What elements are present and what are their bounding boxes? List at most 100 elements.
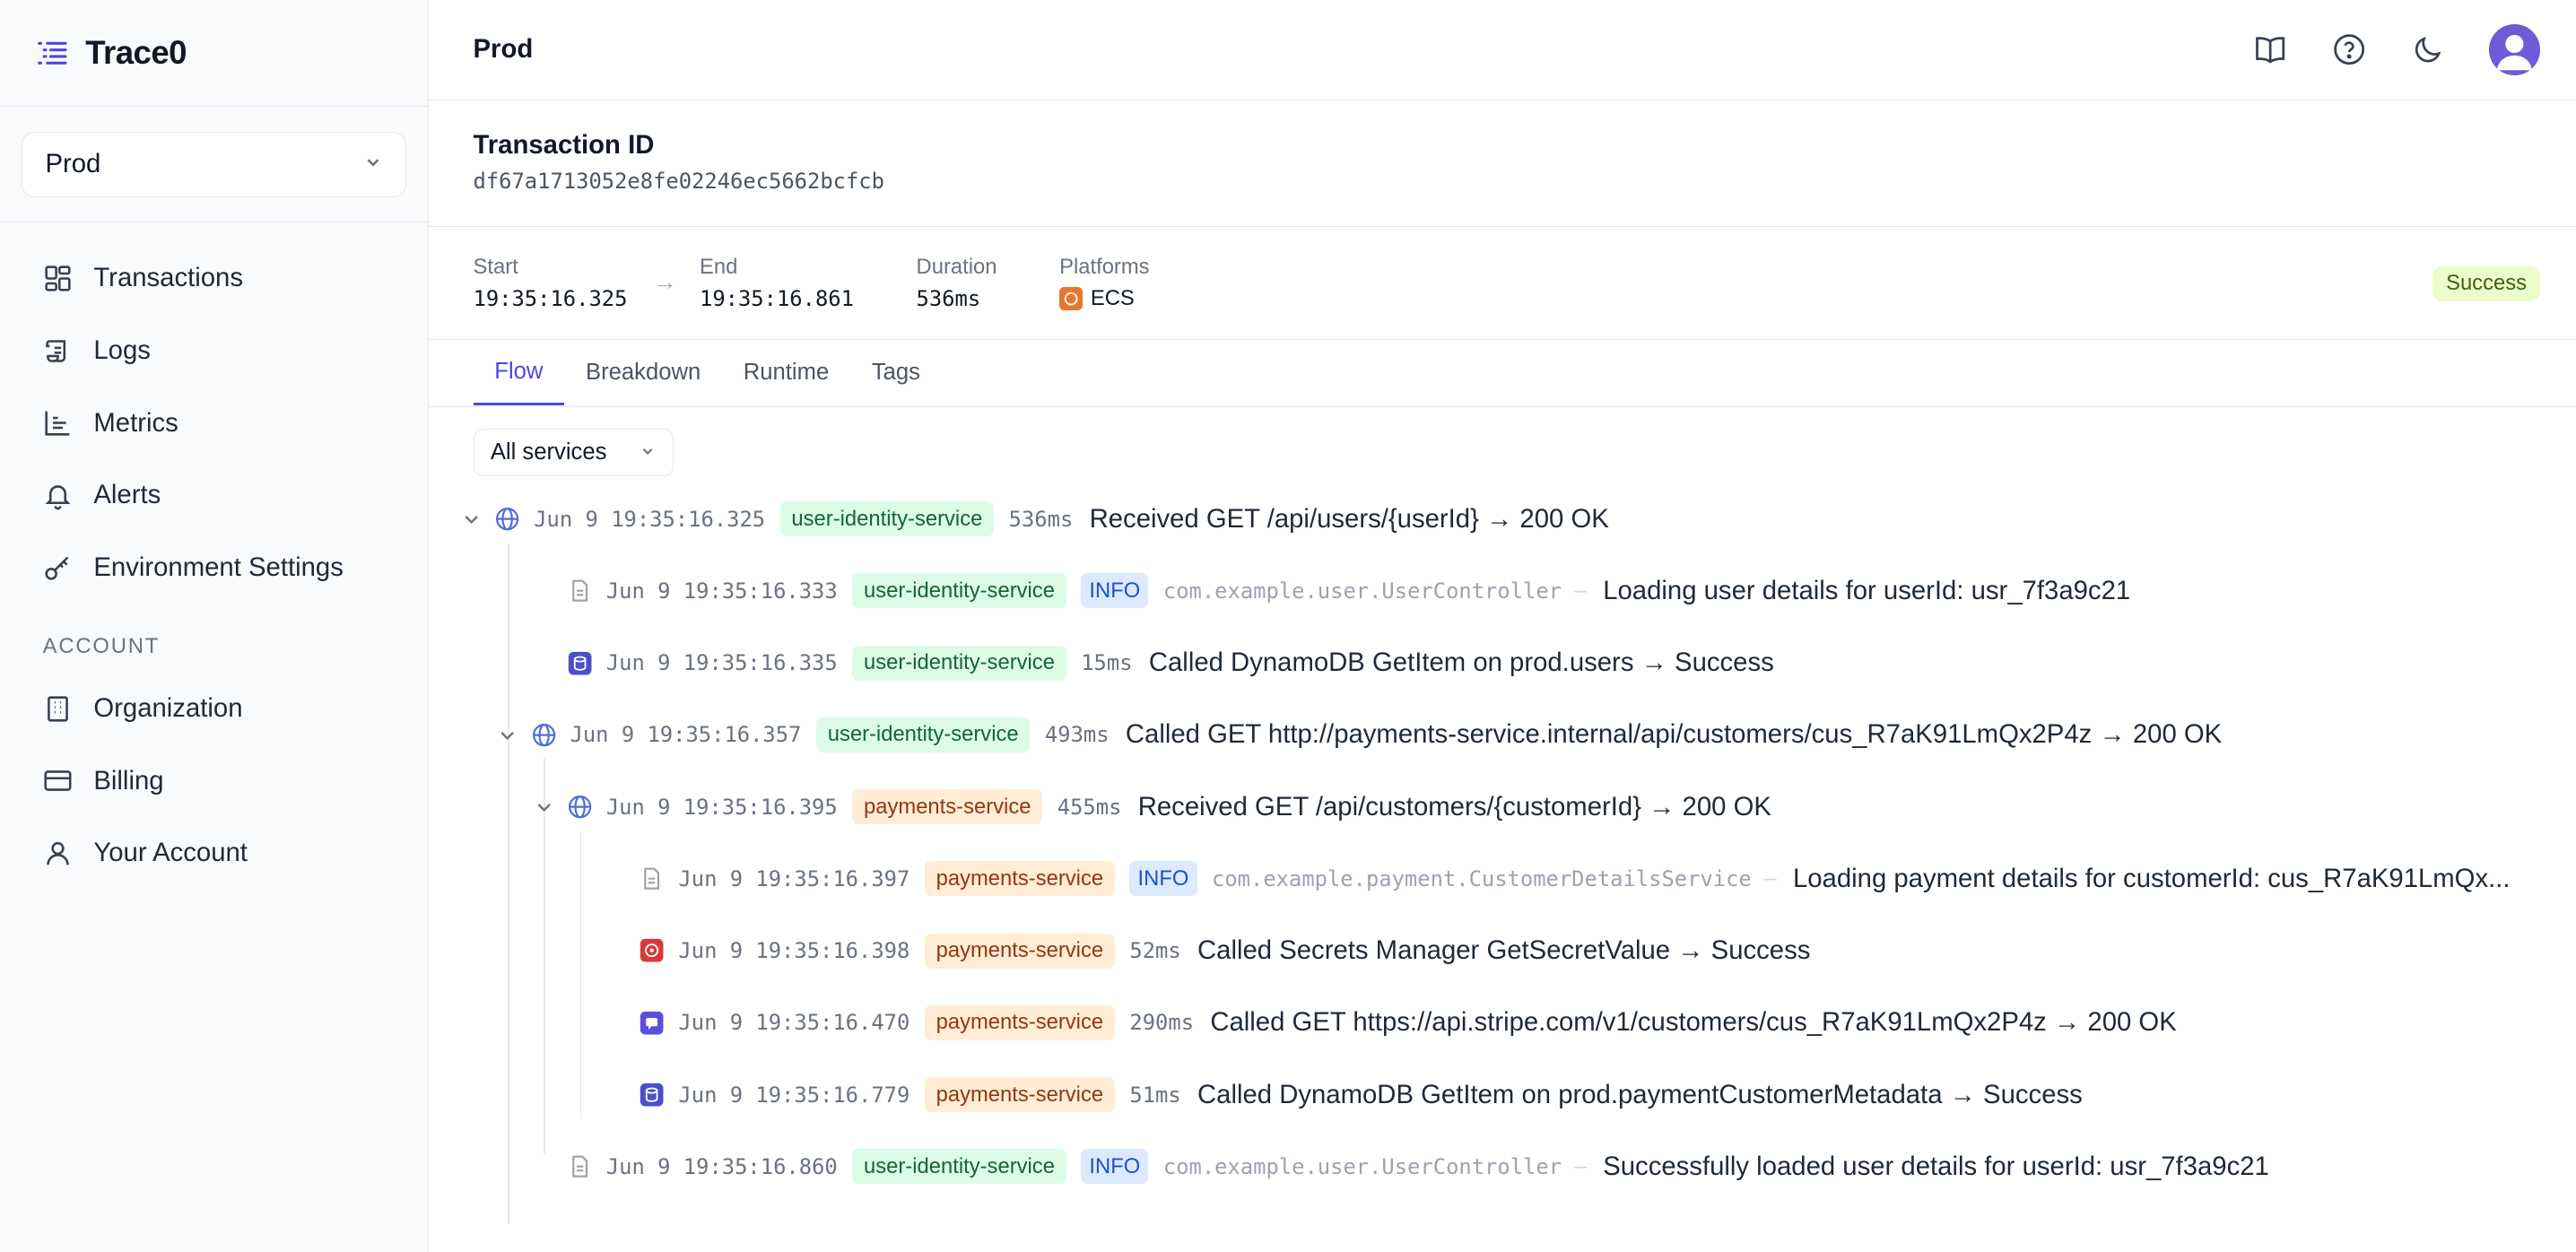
book-open-icon[interactable] — [2252, 31, 2288, 67]
sidebar-item-logs[interactable]: Logs — [0, 315, 428, 387]
tab-tags[interactable]: Tags — [850, 340, 942, 405]
secrets-manager-icon — [639, 937, 665, 963]
moon-icon[interactable] — [2410, 31, 2446, 67]
sidebar-item-billing[interactable]: Billing — [0, 745, 428, 818]
service-badge[interactable]: payments-service — [924, 1004, 1115, 1040]
document-icon — [639, 865, 665, 891]
row-message: Called DynamoDB GetItem on prod.users → … — [1148, 648, 1774, 678]
logger-name: com.example.payment.CustomerDetailsServi… — [1212, 865, 1752, 891]
log-level-badge: INFO — [1081, 1149, 1149, 1185]
duration-value: 536ms — [916, 286, 981, 312]
chevron-down-icon[interactable] — [494, 722, 520, 748]
sidebar-item-label: Environment Settings — [93, 552, 344, 582]
row-message: Loading user details for userId: usr_7f3… — [1603, 575, 2131, 605]
chevron-down-icon — [363, 149, 383, 179]
flow-row[interactable]: Jun 9 19:35:16.470 payments-service 290ms C… — [639, 998, 2531, 1048]
tab-breakdown[interactable]: Breakdown — [564, 340, 722, 405]
flow-row[interactable]: Jun 9 19:35:16.325 user-identity-service 5… — [458, 494, 2531, 543]
row-timestamp: Jun 9 19:35:16.395 — [605, 794, 838, 820]
chevron-down-icon — [640, 439, 656, 465]
transaction-id-label: Transaction ID — [473, 129, 655, 160]
help-circle-icon[interactable] — [2331, 31, 2367, 67]
page-title: Prod — [473, 34, 534, 65]
flow-row[interactable]: Jun 9 19:35:16.397 payments-service INFO co… — [639, 854, 2531, 903]
platforms-label: Platforms — [1059, 254, 1150, 279]
scroll-icon — [43, 336, 73, 366]
environment-select-value: Prod — [45, 149, 101, 179]
row-timestamp: Jun 9 19:35:16.397 — [678, 865, 910, 891]
row-message: Successfully loaded user details for use… — [1603, 1151, 2269, 1181]
account-section-label: ACCOUNT — [42, 633, 161, 658]
row-duration: 455ms — [1057, 794, 1122, 820]
start-value: 19:35:16.325 — [473, 286, 628, 312]
globe-icon — [531, 722, 557, 748]
sidebar-item-your-account[interactable]: Your Account — [0, 817, 428, 890]
row-message: Called GET http://payments-service.inter… — [1125, 719, 2223, 750]
tab-runtime[interactable]: Runtime — [722, 340, 850, 405]
sidebar-item-transactions[interactable]: Transactions — [0, 242, 428, 315]
sidebar-nav: Transactions Logs Metrics Alerts Environ… — [0, 222, 428, 890]
sidebar-item-organization[interactable]: Organization — [0, 673, 428, 745]
tabs: Flow Breakdown Runtime Tags — [429, 340, 2576, 408]
flow-row[interactable]: Jun 9 19:35:16.860 user-identity-service I… — [567, 1142, 2532, 1191]
arrow-right-icon: → — [653, 269, 677, 295]
end-label: End — [700, 254, 738, 279]
row-duration: 290ms — [1129, 1010, 1195, 1036]
logger-name: com.example.user.UserController — [1162, 1153, 1562, 1179]
globe-icon — [494, 506, 520, 532]
brand[interactable]: Trace0 — [0, 0, 429, 108]
tree-guide-line — [507, 543, 509, 1224]
chevron-down-icon[interactable] — [531, 794, 557, 820]
row-timestamp: Jun 9 19:35:16.398 — [678, 938, 910, 964]
row-duration: 51ms — [1129, 1082, 1181, 1108]
sidebar-item-metrics[interactable]: Metrics — [0, 387, 428, 459]
key-icon — [43, 552, 73, 582]
service-badge[interactable]: payments-service — [924, 861, 1115, 897]
flow-row[interactable]: Jun 9 19:35:16.333 user-identity-service I… — [567, 566, 2532, 615]
row-timestamp: Jun 9 19:35:16.470 — [678, 1010, 910, 1036]
service-badge[interactable]: user-identity-service — [852, 645, 1066, 681]
flow-row[interactable]: Jun 9 19:35:16.335 user-identity-service 1… — [567, 639, 2532, 688]
service-badge[interactable]: user-identity-service — [815, 717, 1031, 752]
chevron-down-icon[interactable] — [458, 506, 484, 532]
flow-row[interactable]: Jun 9 19:35:16.357 user-identity-service 4… — [494, 710, 2531, 760]
row-timestamp: Jun 9 19:35:16.325 — [534, 506, 766, 532]
dynamodb-icon — [639, 1082, 665, 1108]
row-timestamp: Jun 9 19:35:16.357 — [570, 722, 802, 748]
bar-chart-icon — [43, 408, 73, 438]
separator: – — [1574, 1153, 1587, 1178]
service-badge[interactable]: payments-service — [852, 789, 1043, 825]
service-filter-select[interactable]: All services — [473, 429, 674, 477]
sidebar-item-label: Logs — [93, 335, 151, 366]
building-icon — [43, 694, 73, 724]
sidebar-item-alerts[interactable]: Alerts — [0, 459, 428, 532]
stripe-icon — [639, 1010, 665, 1036]
main: Prod Transaction ID df67a1713052e8fe0224… — [429, 0, 2576, 1252]
flow-row[interactable]: Jun 9 19:35:16.395 payments-service 455ms R… — [531, 782, 2532, 831]
avatar[interactable] — [2488, 23, 2540, 75]
service-badge[interactable]: user-identity-service — [852, 1149, 1066, 1185]
flow-row[interactable]: Jun 9 19:35:16.779 payments-service 51ms Ca… — [639, 1070, 2531, 1119]
service-filter-value: All services — [490, 439, 607, 465]
sidebar-item-label: Organization — [93, 693, 243, 724]
row-message: Called Secrets Manager GetSecretValue → … — [1197, 935, 1811, 966]
log-level-badge: INFO — [1129, 861, 1197, 897]
document-icon — [567, 1153, 593, 1179]
log-level-badge: INFO — [1081, 573, 1149, 609]
flow-row[interactable]: Jun 9 19:35:16.398 payments-service 52ms Ca… — [639, 926, 2531, 976]
service-badge[interactable]: user-identity-service — [852, 573, 1066, 609]
platform-name: ECS — [1090, 286, 1135, 311]
bell-icon — [43, 481, 73, 510]
start-label: Start — [473, 254, 518, 279]
tab-flow[interactable]: Flow — [473, 340, 565, 406]
service-badge[interactable]: payments-service — [924, 933, 1115, 969]
service-badge[interactable]: user-identity-service — [779, 501, 995, 537]
sidebar-item-environment-settings[interactable]: Environment Settings — [0, 532, 428, 604]
sidebar-item-label: Metrics — [93, 407, 178, 438]
duration-label: Duration — [916, 254, 997, 279]
logger-name: com.example.user.UserController — [1162, 578, 1562, 604]
end-value: 19:35:16.861 — [700, 286, 854, 312]
transaction-header: Transaction ID df67a1713052e8fe02246ec56… — [429, 100, 2576, 227]
environment-select[interactable]: Prod — [21, 131, 407, 197]
service-badge[interactable]: payments-service — [924, 1077, 1115, 1112]
